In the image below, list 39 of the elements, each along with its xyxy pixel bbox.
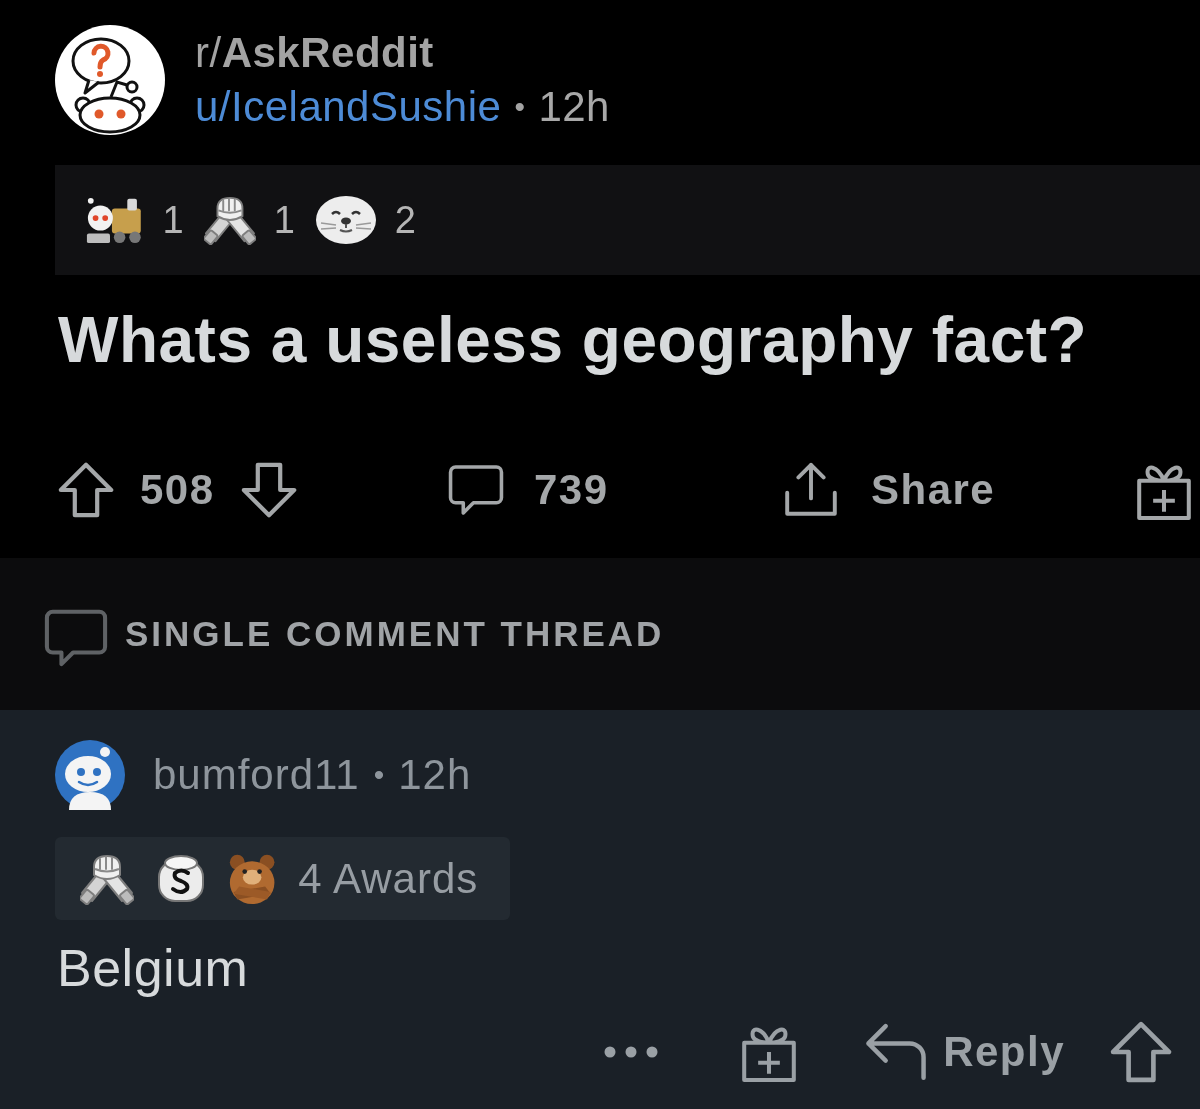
- comment-time: 12h: [398, 751, 472, 799]
- bear-icon: [228, 852, 277, 905]
- reply-button[interactable]: Reply: [865, 1021, 1065, 1083]
- upvote-button[interactable]: [58, 462, 114, 518]
- share-button[interactable]: Share: [783, 462, 1135, 518]
- author-link[interactable]: u/IcelandSushie: [195, 80, 502, 134]
- separator-dot: •: [514, 89, 526, 125]
- more-icon: [604, 1046, 659, 1058]
- downvote-icon: [240, 462, 297, 518]
- award-count: 2: [394, 198, 416, 242]
- question-robot-avatar-icon[interactable]: [55, 25, 165, 135]
- comment-author-link[interactable]: bumford11: [153, 751, 360, 799]
- post-time: 12h: [538, 82, 610, 132]
- vote-score: 508: [140, 466, 215, 514]
- award-count: 1: [273, 198, 295, 242]
- comment-awards-pill[interactable]: 4 Awards: [55, 837, 510, 920]
- award-count: 1: [162, 198, 184, 242]
- comment-icon: [44, 607, 108, 669]
- comment-icon: [448, 462, 504, 518]
- handshake-icon: [203, 195, 256, 245]
- post-title: Whats a useless geography fact?: [58, 303, 1089, 377]
- downvote-button[interactable]: [240, 462, 297, 518]
- reply-icon: [865, 1021, 928, 1083]
- robot-avatar-icon[interactable]: [55, 740, 125, 810]
- upvote-button[interactable]: [1110, 1021, 1172, 1083]
- coin-icon: [156, 852, 206, 905]
- upvote-icon: [58, 462, 114, 518]
- upvote-icon: [1110, 1021, 1172, 1083]
- share-icon: [783, 462, 839, 518]
- thread-banner-label: SINGLE COMMENT THREAD: [125, 614, 665, 654]
- comment-text: Belgium: [57, 939, 250, 997]
- seal-icon: [314, 195, 377, 245]
- separator-dot: •: [373, 758, 385, 792]
- comments-button[interactable]: 739: [448, 462, 783, 518]
- subreddit-link[interactable]: r/AskReddit: [195, 26, 610, 80]
- awards-count: 4 Awards: [298, 854, 479, 903]
- handshake-icon: [80, 852, 134, 905]
- awards-bar[interactable]: 1 1 2: [55, 165, 1200, 275]
- more-options-button[interactable]: [604, 1046, 659, 1058]
